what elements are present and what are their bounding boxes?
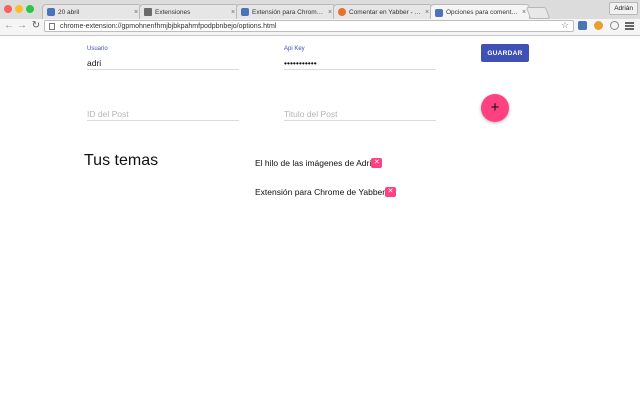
url-text[interactable]: chrome-extension://gpmohnenfhmjbjbkpahmf… [60,21,276,32]
tab-strip: 20 abril × Extensiones × Extensión para … [0,0,640,20]
back-arrow-icon[interactable]: ← [3,20,15,32]
browser-tab-2[interactable]: Extensiones × [139,4,239,19]
browser-tab-1[interactable]: 20 abril × [42,4,142,19]
profile-button[interactable]: Adrián [609,2,638,15]
tab-label: Comentar en Yabber - Edit [349,8,422,16]
remove-topic-icon[interactable]: ✕ [385,187,397,197]
username-input[interactable] [87,57,239,70]
remove-topic-icon[interactable]: ✕ [371,158,383,168]
post-id-field [87,104,239,122]
topic-label[interactable]: El hilo de las imágenes de Adri [255,158,371,168]
bookmark-star-icon[interactable]: ☆ [561,19,569,31]
tab-label: Extensión para Chrome de [252,8,325,16]
tab-label: Opciones para comentar e [446,9,519,16]
browser-tab-5-active[interactable]: Opciones para comentar e × [430,4,530,20]
yabber-icon [241,8,249,16]
post-title-field [284,104,436,122]
page-icon [49,23,55,30]
maximize-window-button[interactable] [26,5,34,13]
forward-arrow-icon[interactable]: → [16,20,28,32]
menu-icon[interactable] [625,22,634,30]
topic-item: El hilo de las imágenes de Adri ✕ [255,158,383,168]
tab-label: 20 abril [58,8,80,16]
tab-label: Extensiones [155,8,191,16]
topic-item: Extensión para Chrome de Yabber ✕ [255,187,397,197]
post-title-input[interactable] [284,108,436,121]
address-bar[interactable]: chrome-extension://gpmohnenfhmjbjbkpahmf… [44,20,574,32]
browser-toolbar: ← → ↻ chrome-extension://gpmohnenfhmjbjb… [0,19,640,36]
api-key-field: Api Key [284,46,436,71]
orange-circle-icon [338,8,346,16]
browser-tab-3[interactable]: Extensión para Chrome de × [236,4,336,19]
username-field: Usuario [87,46,239,71]
topics-heading: Tus temas [84,152,159,169]
yabber-extension-icon[interactable] [578,21,587,30]
minimize-window-button[interactable] [15,5,23,13]
username-label: Usuario [87,46,108,52]
extension-icon[interactable] [594,21,603,30]
puzzle-icon [144,8,152,16]
browser-tab-4[interactable]: Comentar en Yabber - Edit × [333,4,433,19]
api-key-label: Api Key [284,46,305,52]
yabber-icon [47,8,55,16]
save-button[interactable]: GUARDAR [481,44,529,62]
yabber-icon [435,8,443,17]
close-window-button[interactable] [4,5,12,13]
new-tab-button[interactable] [525,7,551,19]
post-id-input[interactable] [87,108,239,121]
add-topic-button[interactable]: + [481,94,509,122]
topic-label[interactable]: Extensión para Chrome de Yabber [255,187,385,197]
reload-icon[interactable]: ↻ [30,20,42,32]
extension-circle-icon[interactable] [610,21,619,30]
api-key-input[interactable] [284,57,436,70]
